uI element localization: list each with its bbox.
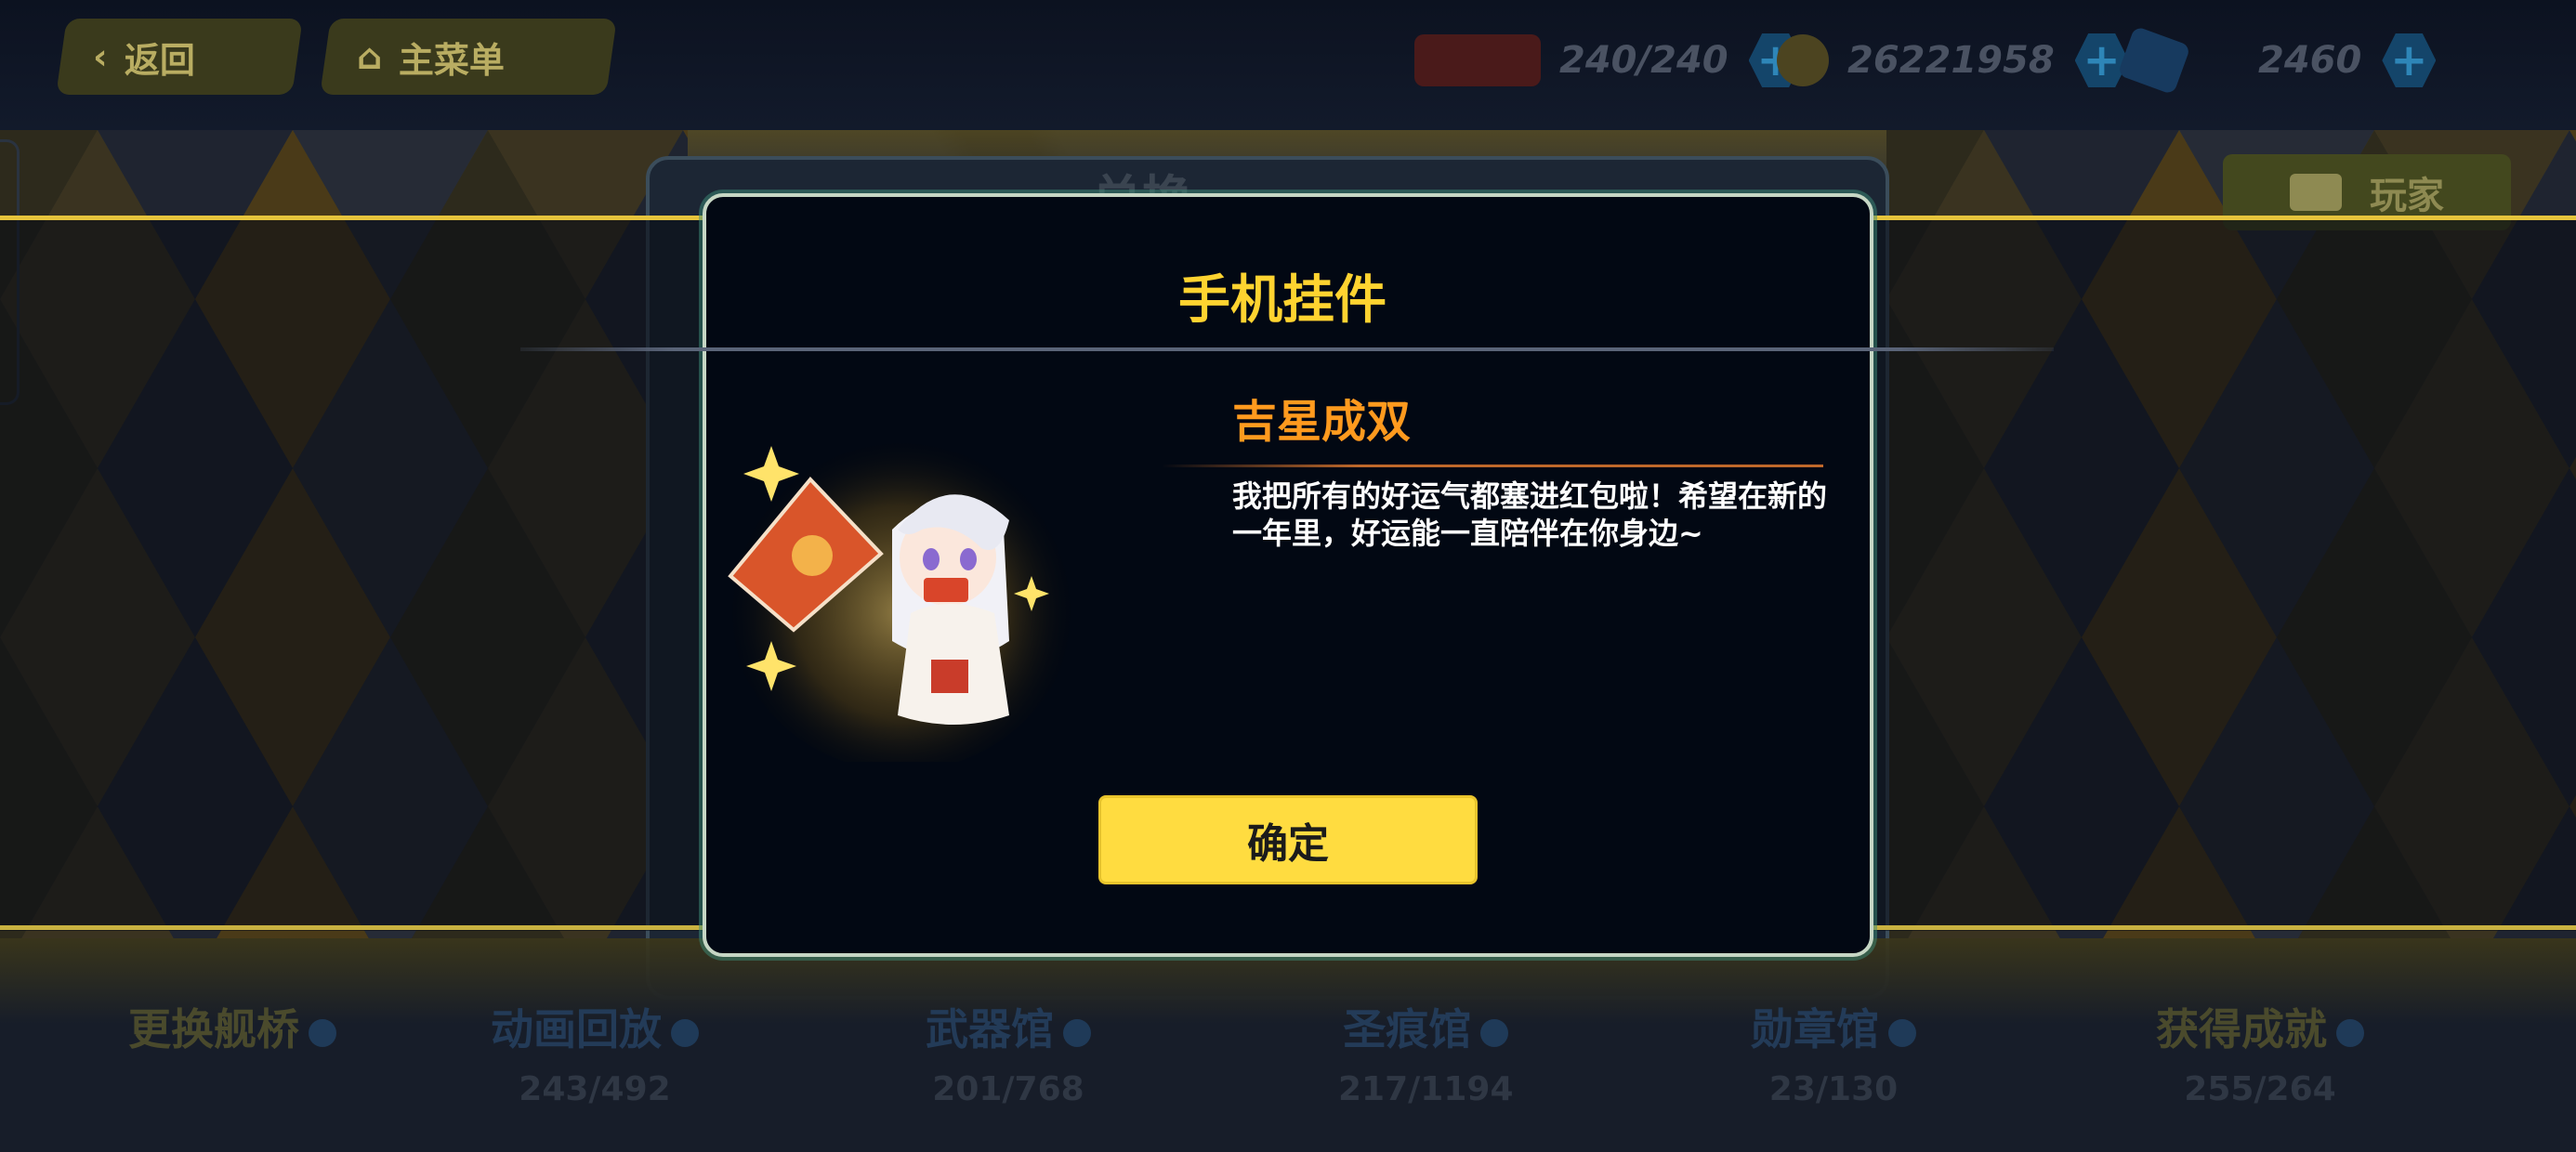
chevron-right-icon <box>1888 1018 1916 1047</box>
home-icon: ⌂ <box>357 36 383 77</box>
stamina-value: 240/240 <box>1559 39 1728 82</box>
bottom-nav-medal-hall[interactable]: 勋章馆 23/130 <box>1751 996 1916 1108</box>
item-name: 吉星成双 <box>1232 396 1412 448</box>
crystal-counter: 2460 + <box>2117 25 2437 96</box>
stamina-counter: 240/240 + <box>1414 28 1803 93</box>
coin-counter: 26221958 + <box>1777 28 2129 93</box>
game-screen: ‹ 返回 ⌂ 主菜单 240/240 + 26221958 + 2460 + 玩… <box>0 0 2576 1152</box>
bottom-nav-achievements[interactable]: 获得成就 255/264 <box>2156 996 2364 1108</box>
bottom-nav-count: 255/264 <box>2184 1070 2336 1108</box>
crystal-value: 2460 <box>2258 39 2362 82</box>
back-label: 返回 <box>124 39 195 81</box>
bottom-nav-label: 获得成就 <box>2156 1004 2327 1054</box>
bottom-nav-count: 201/768 <box>932 1070 1084 1108</box>
back-button[interactable]: ‹ 返回 <box>56 19 303 95</box>
add-coin-button[interactable]: + <box>2074 33 2129 87</box>
chevron-right-icon <box>2336 1018 2364 1047</box>
player-tab-label: 玩家 <box>2370 175 2444 217</box>
bottom-nav-label: 勋章馆 <box>1751 1004 1879 1054</box>
bottom-nav-label: 更换舰桥 <box>128 1004 299 1054</box>
chevron-left-icon: ‹ <box>93 36 108 77</box>
phone-charm-image <box>725 418 1078 762</box>
bottom-nav-change-bridge[interactable]: 更换舰桥 <box>128 996 336 1070</box>
item-name-divider <box>1162 465 1823 467</box>
bottom-nav-label: 动画回放 <box>491 1004 662 1054</box>
chevron-right-icon <box>1480 1018 1509 1047</box>
crystal-icon <box>2117 25 2191 96</box>
bottom-nav-label: 圣痕馆 <box>1343 1004 1472 1054</box>
item-description: 我把所有的好运气都塞进红包啦！希望在新的一年里，好运能一直陪伴在你身边~ <box>1232 478 1828 551</box>
title-divider <box>520 347 2054 351</box>
coin-icon <box>1777 34 1829 86</box>
bottom-nav-animation-replay[interactable]: 动画回放 243/492 <box>491 996 699 1108</box>
confirm-button[interactable]: 确定 <box>1098 795 1478 884</box>
bottom-nav-count: 23/130 <box>1768 1070 1899 1108</box>
coin-value: 26221958 <box>1847 39 2055 82</box>
main-menu-button[interactable]: ⌂ 主菜单 <box>320 19 617 95</box>
bottom-nav-count: 243/492 <box>519 1070 671 1108</box>
main-menu-label: 主菜单 <box>399 39 506 81</box>
chevron-right-icon <box>1063 1018 1091 1047</box>
bottom-nav-stigmata-hall[interactable]: 圣痕馆 217/1194 <box>1338 996 1514 1108</box>
refresh-icon <box>309 1018 336 1047</box>
top-bar: ‹ 返回 ⌂ 主菜单 240/240 + 26221958 + 2460 + <box>0 0 2576 130</box>
modal-title: 手机挂件 <box>1178 270 1387 331</box>
stamina-icon <box>1414 34 1541 86</box>
add-crystal-button[interactable]: + <box>2382 33 2437 87</box>
player-card-icon <box>2290 174 2342 211</box>
bottom-nav-weapon-hall[interactable]: 武器馆 201/768 <box>926 996 1091 1108</box>
bottom-nav-count: 217/1194 <box>1338 1070 1514 1108</box>
bottom-nav-label: 武器馆 <box>926 1004 1054 1054</box>
chevron-right-icon <box>671 1018 699 1047</box>
